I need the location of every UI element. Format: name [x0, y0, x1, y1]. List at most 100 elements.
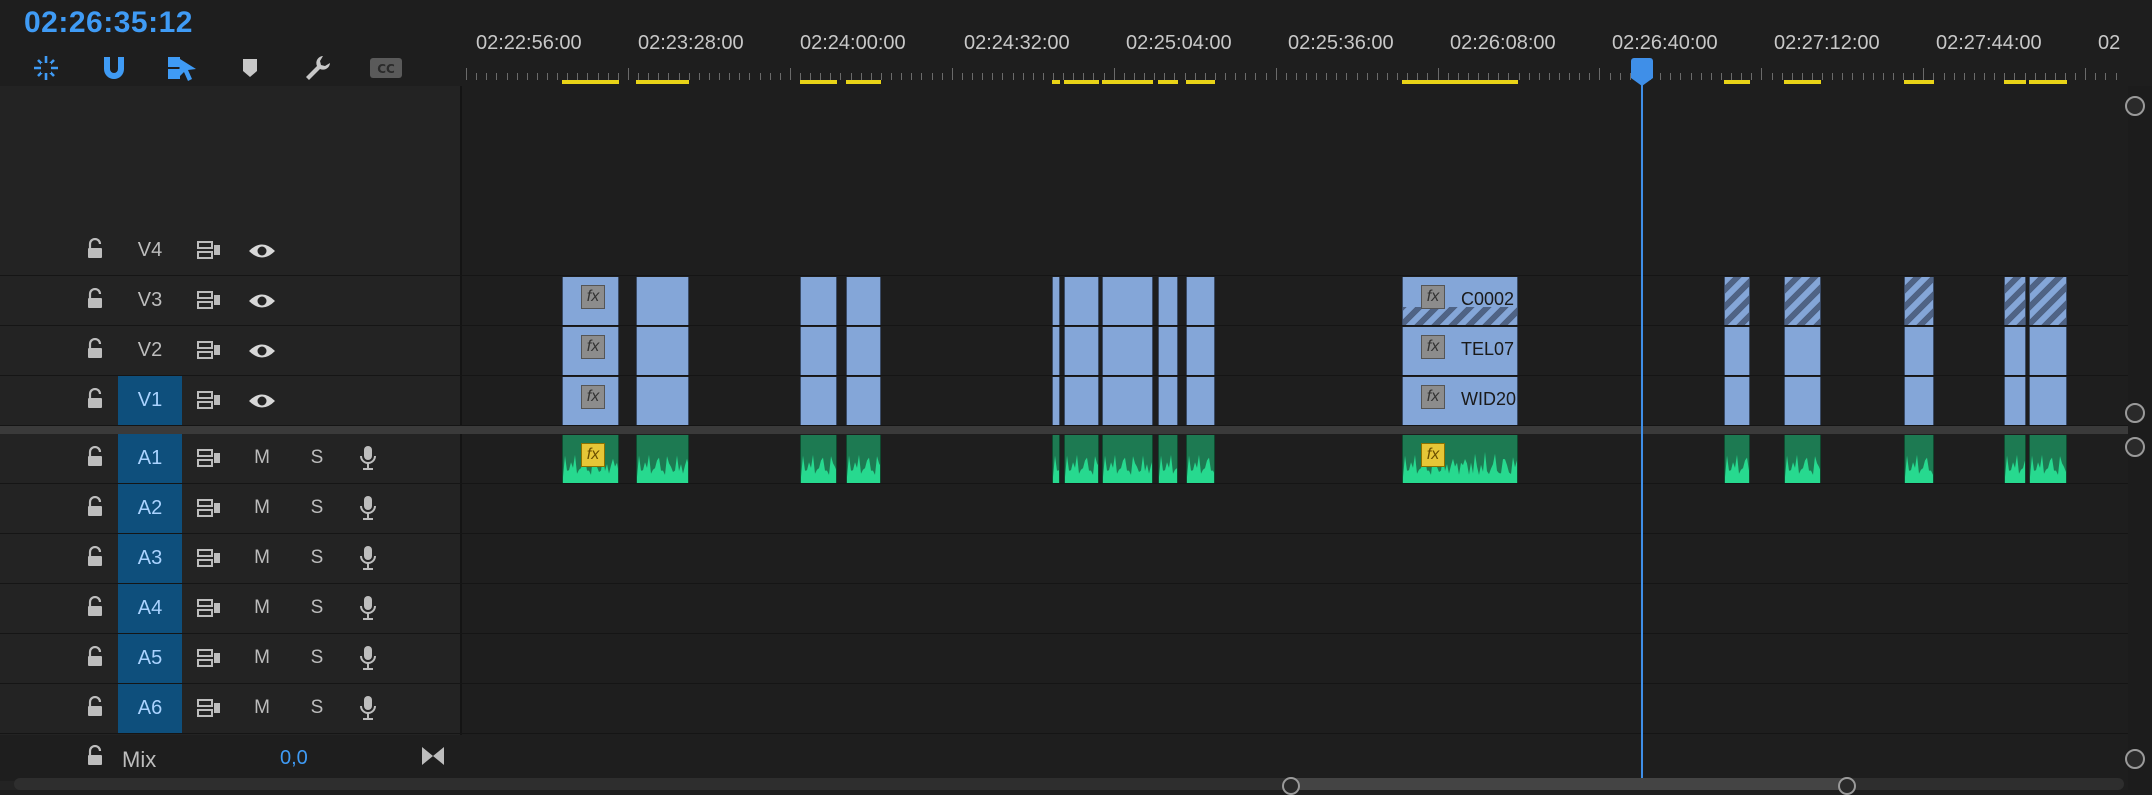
eye-icon[interactable] — [248, 342, 276, 365]
fx-badge[interactable]: fx — [1421, 285, 1445, 309]
track-label[interactable]: A3 — [118, 534, 182, 583]
sync-lock-icon[interactable] — [196, 340, 222, 365]
lock-icon[interactable] — [86, 287, 104, 315]
microphone-icon[interactable] — [358, 444, 378, 477]
lock-icon[interactable] — [86, 744, 104, 772]
video-clip[interactable] — [1784, 377, 1821, 425]
sync-lock-icon[interactable] — [196, 548, 222, 573]
audio-clip[interactable] — [1186, 435, 1215, 483]
track-label[interactable]: A4 — [118, 584, 182, 633]
video-clip[interactable] — [2029, 377, 2067, 425]
video-clip[interactable] — [846, 377, 881, 425]
track-a2[interactable]: A2 M S — [0, 484, 2128, 534]
video-clip[interactable] — [1186, 277, 1215, 325]
video-clip[interactable] — [1904, 277, 1934, 325]
video-clip[interactable] — [846, 327, 881, 375]
fx-badge[interactable]: fx — [1421, 385, 1445, 409]
sync-lock-icon[interactable] — [196, 240, 222, 265]
video-clip[interactable] — [1052, 377, 1060, 425]
audio-clip[interactable] — [2004, 435, 2026, 483]
sync-lock-icon[interactable] — [196, 290, 222, 315]
microphone-icon[interactable] — [358, 544, 378, 577]
track-label[interactable]: A6 — [118, 684, 182, 733]
track-a1[interactable]: A1 M S fx fx — [0, 434, 2128, 484]
linked-selection-icon[interactable] — [164, 50, 200, 86]
mute-button[interactable]: M — [248, 694, 276, 722]
lock-icon[interactable] — [86, 237, 104, 265]
track-v3[interactable]: V3 fx fx C0002 — [0, 276, 2128, 326]
video-clip[interactable] — [2004, 377, 2026, 425]
playhead-handle[interactable] — [1631, 58, 1653, 86]
mute-button[interactable]: M — [248, 544, 276, 572]
audio-clip[interactable] — [636, 435, 689, 483]
video-clip[interactable]: fx — [562, 327, 619, 375]
fx-badge[interactable]: fx — [1421, 443, 1445, 467]
audio-clip[interactable] — [846, 435, 881, 483]
track-a4[interactable]: A4 M S — [0, 584, 2128, 634]
track-label[interactable]: A1 — [118, 434, 182, 483]
track-a5[interactable]: A5 M S — [0, 634, 2128, 684]
time-ruler[interactable]: 02:22:56:00 02:23:28:00 02:24:00:00 02:24:3… — [462, 0, 2128, 86]
fx-badge[interactable]: fx — [581, 443, 605, 467]
video-clip[interactable] — [1102, 377, 1153, 425]
video-clip[interactable] — [1158, 327, 1178, 375]
mute-button[interactable]: M — [248, 644, 276, 672]
video-clip[interactable] — [800, 327, 837, 375]
video-clip[interactable] — [1064, 377, 1099, 425]
video-clip[interactable] — [1186, 377, 1215, 425]
track-label[interactable]: V4 — [118, 226, 182, 275]
audio-clip[interactable] — [1158, 435, 1178, 483]
track-v2[interactable]: V2 fx fx TEL07 — [0, 326, 2128, 376]
marker-icon[interactable] — [232, 50, 268, 86]
snap-nest-icon[interactable] — [28, 50, 64, 86]
sync-lock-icon[interactable] — [196, 390, 222, 415]
sync-lock-icon[interactable] — [196, 498, 222, 523]
audio-clip[interactable] — [1724, 435, 1750, 483]
mute-button[interactable]: M — [248, 494, 276, 522]
mix-track[interactable]: Mix 0,0 — [0, 735, 2128, 781]
audio-clip[interactable] — [800, 435, 837, 483]
video-clip[interactable] — [1052, 327, 1060, 375]
video-clip[interactable] — [846, 277, 881, 325]
video-clip[interactable] — [800, 277, 837, 325]
video-clip[interactable] — [1158, 377, 1178, 425]
video-clip[interactable] — [1724, 327, 1750, 375]
fx-badge[interactable]: fx — [581, 385, 605, 409]
video-clip[interactable]: fx — [562, 277, 619, 325]
captions-icon[interactable]: CC — [368, 50, 404, 86]
video-clip[interactable] — [800, 377, 837, 425]
sync-lock-icon[interactable] — [196, 598, 222, 623]
video-clip[interactable] — [1784, 327, 1821, 375]
sync-lock-icon[interactable] — [196, 448, 222, 473]
solo-button[interactable]: S — [303, 544, 331, 572]
fx-badge[interactable]: fx — [581, 335, 605, 359]
video-clip[interactable] — [1102, 277, 1153, 325]
video-clip[interactable] — [2029, 277, 2067, 325]
solo-button[interactable]: S — [303, 644, 331, 672]
lock-icon[interactable] — [86, 645, 104, 673]
lock-icon[interactable] — [86, 445, 104, 473]
audio-clip[interactable]: fx — [1402, 435, 1518, 483]
audio-scroll-bottom-knob[interactable] — [2125, 749, 2145, 769]
video-clip[interactable] — [2004, 277, 2026, 325]
video-clip[interactable] — [1724, 277, 1750, 325]
video-clip-wid20[interactable]: fx WID20 — [1402, 377, 1518, 425]
playhead-line[interactable] — [1641, 78, 1643, 778]
video-clip[interactable] — [1186, 327, 1215, 375]
video-clip[interactable] — [2029, 327, 2067, 375]
solo-button[interactable]: S — [303, 594, 331, 622]
audio-clip[interactable] — [1102, 435, 1153, 483]
video-clip[interactable] — [636, 327, 689, 375]
video-clip[interactable] — [1064, 277, 1099, 325]
eye-icon[interactable] — [248, 292, 276, 315]
magnet-icon[interactable] — [96, 50, 132, 86]
eye-icon[interactable] — [248, 392, 276, 415]
lock-icon[interactable] — [86, 495, 104, 523]
video-clip[interactable] — [636, 277, 689, 325]
sync-lock-icon[interactable] — [196, 648, 222, 673]
video-clip[interactable] — [2004, 327, 2026, 375]
microphone-icon[interactable] — [358, 494, 378, 527]
microphone-icon[interactable] — [358, 694, 378, 727]
track-label[interactable]: V3 — [118, 276, 182, 325]
track-v1[interactable]: V1 fx fx WID20 — [0, 376, 2128, 426]
